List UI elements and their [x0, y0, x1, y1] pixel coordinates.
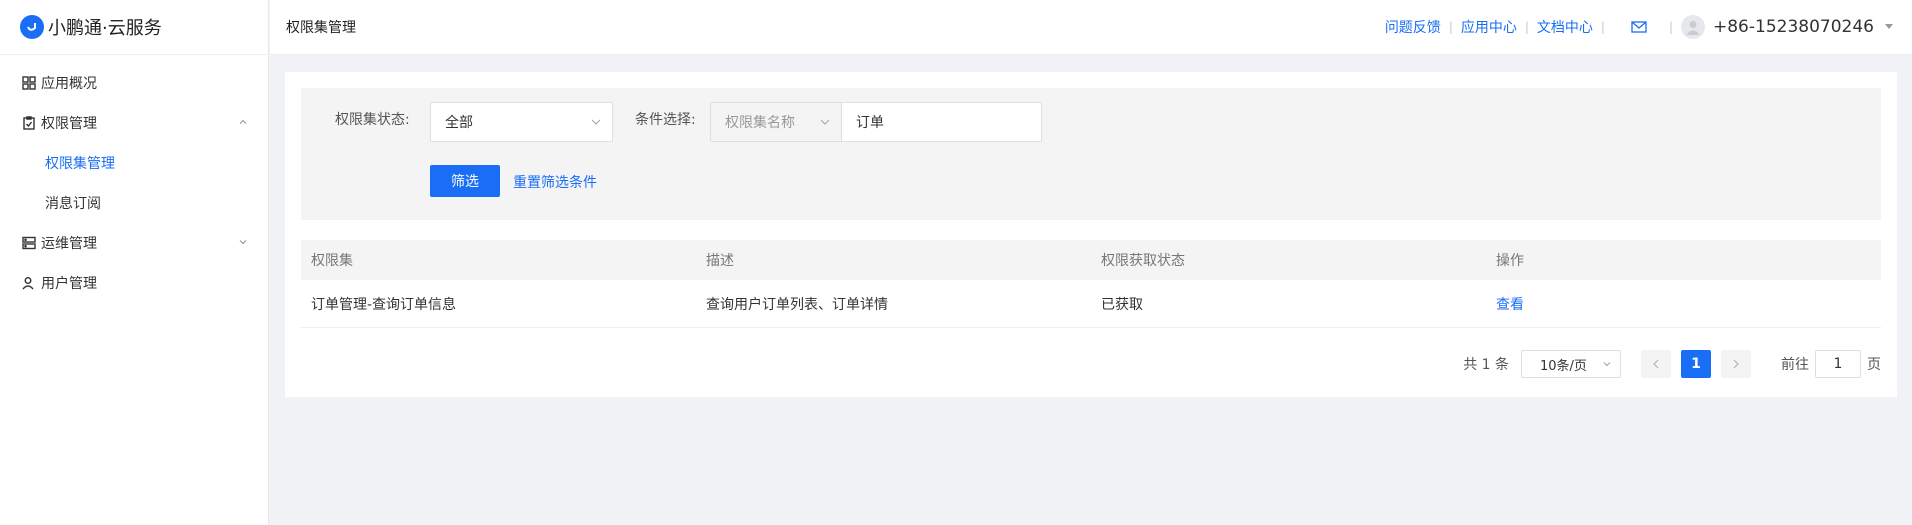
divider: | — [1600, 20, 1605, 34]
chevron-right-icon — [1733, 359, 1739, 369]
goto-page: 前往 1 页 — [1781, 350, 1881, 378]
chevron-up-icon — [238, 115, 248, 131]
sidebar-item-label: 运维管理 — [41, 236, 97, 252]
app-name: 小鹏通·云服务 — [48, 18, 162, 39]
user-phone[interactable]: +86-15238070246 — [1713, 17, 1874, 37]
prev-page-button[interactable] — [1641, 350, 1671, 378]
brand-logo-icon — [20, 15, 44, 39]
permission-table: 权限集 描述 权限获取状态 操作 订单管理-查询订单信息 查询用户订单列表、订单… — [301, 240, 1881, 328]
divider: | — [1448, 20, 1453, 34]
chevron-left-icon — [1653, 359, 1659, 369]
content-card: 权限集状态: 全部 条件选择: 权限集名称 订单 筛选 重置筛选条件 权限集 描… — [285, 72, 1897, 397]
page-size-select[interactable]: 10条/页 — [1521, 350, 1621, 378]
condition-field-select[interactable]: 权限集名称 — [710, 102, 842, 142]
total-count: 共 1 条 — [1463, 357, 1509, 373]
clipboard-icon — [21, 115, 37, 131]
mail-icon[interactable] — [1631, 21, 1647, 33]
sidebar-item-ops[interactable]: 运维管理 — [0, 223, 268, 263]
condition-field-value: 权限集名称 — [725, 115, 795, 131]
goto-page-input[interactable]: 1 — [1815, 350, 1861, 378]
grid-icon — [21, 75, 37, 91]
condition-input-value: 订单 — [856, 115, 884, 131]
sidebar-item-label: 权限管理 — [41, 116, 97, 132]
status-label: 权限集状态: — [335, 112, 410, 128]
header-actions: 问题反馈 | 应用中心 | 文档中心 | | +86-15238070246 — [1385, 15, 1894, 39]
pagination: 共 1 条 10条/页 1 前往 1 页 — [1463, 350, 1881, 378]
filter-button[interactable]: 筛选 — [430, 165, 500, 197]
column-header-action: 操作 — [1496, 253, 1524, 269]
chevron-down-icon — [819, 116, 831, 128]
sidebar-item-permission[interactable]: 权限管理 — [0, 103, 268, 143]
avatar[interactable] — [1681, 15, 1705, 39]
sidebar-item-label: 应用概况 — [41, 76, 97, 92]
page-unit-label: 页 — [1867, 357, 1881, 373]
page-size-value: 10条/页 — [1540, 358, 1587, 374]
sidebar-item-users[interactable]: 用户管理 — [0, 263, 268, 303]
column-header-name: 权限集 — [311, 253, 353, 269]
docs-link[interactable]: 文档中心 — [1537, 17, 1593, 37]
page-title: 权限集管理 — [286, 20, 356, 36]
filter-panel: 权限集状态: 全部 条件选择: 权限集名称 订单 筛选 重置筛选条件 — [301, 88, 1881, 220]
user-icon — [21, 275, 37, 291]
cell-status: 已获取 — [1101, 296, 1143, 313]
view-link[interactable]: 查看 — [1496, 297, 1524, 313]
divider: | — [1524, 20, 1529, 34]
sidebar-item-permission-set[interactable]: 权限集管理 — [0, 143, 268, 183]
sidebar-item-message-subscription[interactable]: 消息订阅 — [0, 183, 268, 223]
chevron-down-icon — [1602, 359, 1612, 369]
column-header-desc: 描述 — [706, 253, 734, 269]
goto-label: 前往 — [1781, 357, 1809, 373]
table-row: 订单管理-查询订单信息 查询用户订单列表、订单详情 已获取 查看 — [301, 280, 1881, 328]
status-select-value: 全部 — [445, 115, 473, 131]
caret-down-icon[interactable] — [1884, 19, 1894, 35]
sidebar: 小鹏通·云服务 应用概况 权限管理 权限集管理 消息订阅 运维管理 用户管理 — [0, 0, 269, 525]
table-header: 权限集 描述 权限获取状态 操作 — [301, 240, 1881, 280]
chevron-down-icon — [590, 116, 602, 128]
feedback-link[interactable]: 问题反馈 — [1385, 17, 1441, 37]
next-page-button[interactable] — [1721, 350, 1751, 378]
app-center-link[interactable]: 应用中心 — [1461, 17, 1517, 37]
status-select[interactable]: 全部 — [430, 102, 613, 142]
logo[interactable]: 小鹏通·云服务 — [0, 0, 268, 55]
top-header: 权限集管理 问题反馈 | 应用中心 | 文档中心 | | +86-1523807… — [270, 0, 1912, 55]
divider: | — [1668, 20, 1673, 34]
sidebar-item-overview[interactable]: 应用概况 — [0, 63, 268, 103]
condition-input[interactable]: 订单 — [841, 102, 1042, 142]
page-number-current[interactable]: 1 — [1681, 350, 1711, 378]
server-icon — [21, 235, 37, 251]
column-header-status: 权限获取状态 — [1101, 253, 1185, 269]
cell-name: 订单管理-查询订单信息 — [311, 296, 457, 313]
chevron-down-icon — [238, 235, 248, 251]
reset-filter-link[interactable]: 重置筛选条件 — [513, 172, 597, 192]
condition-label: 条件选择: — [635, 112, 696, 128]
sidebar-item-label: 用户管理 — [41, 276, 97, 292]
cell-desc: 查询用户订单列表、订单详情 — [706, 296, 888, 313]
